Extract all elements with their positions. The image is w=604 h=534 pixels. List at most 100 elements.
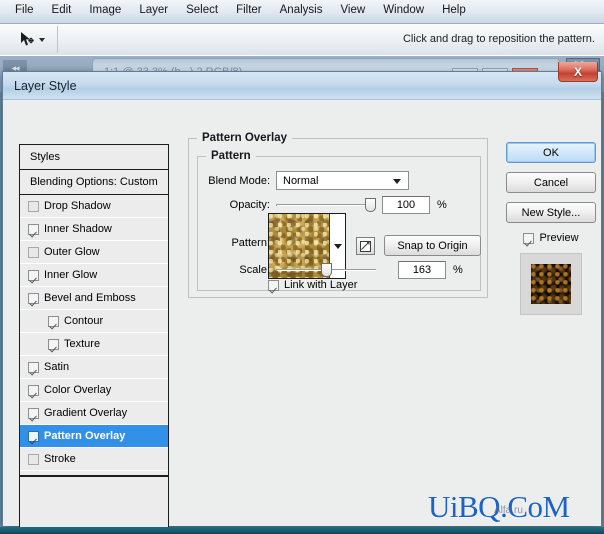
styles-column: Styles Blending Options: Custom Drop Sha…	[19, 144, 169, 534]
layer-preview-thumbnail	[531, 264, 571, 304]
pattern-overlay-group: Pattern Overlay Pattern Blend Mode: Norm…	[188, 132, 488, 298]
effect-label-outer-glow: Outer Glow	[44, 245, 100, 258]
checkbox-pattern-overlay[interactable]	[28, 430, 39, 442]
opacity-slider[interactable]	[276, 197, 376, 213]
effect-row-outer-glow[interactable]: Outer Glow	[20, 241, 168, 263]
scale-slider[interactable]	[276, 262, 376, 278]
effect-label-inner-glow: Inner Glow	[44, 268, 98, 281]
effect-row-stroke[interactable]: Stroke	[20, 448, 168, 470]
blend-mode-row: Blend Mode: Normal	[196, 171, 409, 190]
opacity-label: Opacity:	[229, 199, 270, 211]
close-icon: X	[573, 64, 582, 79]
new-style-button-label: New Style...	[521, 206, 581, 219]
menu-item-select[interactable]: Select	[177, 2, 227, 21]
effect-row-gradient-overlay[interactable]: Gradient Overlay	[20, 402, 168, 424]
menu-item-layer[interactable]: Layer	[130, 2, 177, 21]
checkbox-inner-glow[interactable]	[28, 269, 39, 281]
dialog-close-button[interactable]: X	[558, 62, 598, 82]
menu-item-view[interactable]: View	[331, 2, 374, 21]
effect-row-drop-shadow[interactable]: Drop Shadow	[20, 195, 168, 217]
effect-row-satin[interactable]: Satin	[20, 356, 168, 378]
pattern-label: Pattern:	[231, 237, 270, 249]
preview-label: Preview	[539, 232, 579, 244]
effect-label-pattern-overlay: Pattern Overlay	[44, 429, 126, 442]
checkbox-inner-shadow[interactable]	[28, 223, 39, 235]
ok-button[interactable]: OK	[506, 142, 596, 163]
menu-item-edit[interactable]: Edit	[43, 2, 81, 21]
tool-hint-text: Click and drag to reposition the pattern…	[402, 33, 595, 45]
preview-thumbnail-frame	[520, 253, 582, 315]
pattern-group: Pattern Blend Mode: Normal Opacity: 100 …	[196, 150, 481, 291]
bottom-screen-strip	[0, 527, 604, 534]
effects-list: Drop Shadow Inner Shadow Outer Glow Inne…	[19, 194, 169, 476]
new-pattern-icon	[360, 240, 371, 252]
effect-label-color-overlay: Color Overlay	[44, 383, 112, 396]
pattern-overlay-section-title: Pattern Overlay	[197, 132, 293, 144]
checkbox-drop-shadow[interactable]	[28, 200, 39, 212]
move-tool-cursor-icon	[21, 31, 34, 45]
checkbox-contour[interactable]	[48, 315, 59, 327]
site-watermark-secondary: Alfa.ru	[494, 505, 523, 516]
blend-mode-value: Normal	[283, 174, 319, 187]
checkbox-satin[interactable]	[28, 361, 39, 373]
chevron-down-icon	[393, 179, 401, 184]
effects-list-empty-area	[19, 476, 169, 534]
menu-item-filter[interactable]: Filter	[227, 2, 271, 21]
create-new-pattern-button[interactable]	[356, 237, 375, 255]
dialog-title: Layer Style	[14, 79, 77, 93]
effect-row-inner-shadow[interactable]: Inner Shadow	[20, 218, 168, 240]
effect-row-color-overlay[interactable]: Color Overlay	[20, 379, 168, 401]
checkbox-color-overlay[interactable]	[28, 384, 39, 396]
blending-options-item[interactable]: Blending Options: Custom	[19, 169, 169, 194]
pattern-row: Pattern:	[196, 237, 270, 249]
styles-header[interactable]: Styles	[19, 144, 169, 169]
checkbox-texture[interactable]	[48, 338, 59, 350]
effect-row-bevel-and-emboss[interactable]: Bevel and Emboss	[20, 287, 168, 309]
checkbox-preview[interactable]	[523, 232, 535, 244]
menu-item-help[interactable]: Help	[433, 2, 475, 21]
effect-row-texture[interactable]: Texture	[20, 333, 168, 355]
effect-row-contour[interactable]: Contour	[20, 310, 168, 332]
checkbox-gradient-overlay[interactable]	[28, 407, 39, 419]
opacity-input[interactable]: 100	[382, 196, 430, 214]
scale-input[interactable]: 163	[398, 261, 446, 279]
checkbox-outer-glow[interactable]	[28, 246, 39, 258]
application-menubar: File Edit Image Layer Select Filter Anal…	[0, 0, 604, 24]
active-tool-cell[interactable]	[6, 26, 58, 53]
tool-preset-chevron-down-icon[interactable]	[39, 37, 45, 42]
opacity-slider-thumb[interactable]	[365, 198, 376, 212]
opacity-row: Opacity: 100 %	[196, 196, 447, 214]
checkbox-link-with-layer[interactable]	[268, 279, 279, 291]
effect-label-contour: Contour	[64, 314, 104, 327]
effect-label-inner-shadow: Inner Shadow	[44, 222, 112, 235]
menu-item-image[interactable]: Image	[80, 2, 130, 21]
scale-row: Scale: 163 %	[196, 261, 463, 279]
blend-mode-select[interactable]: Normal	[276, 171, 409, 190]
tool-options-bar: Click and drag to reposition the pattern…	[0, 24, 604, 56]
opacity-value: 100	[396, 199, 416, 211]
checkbox-bevel-and-emboss[interactable]	[28, 292, 39, 304]
menu-item-file[interactable]: File	[6, 2, 43, 21]
effect-label-texture: Texture	[64, 337, 101, 350]
dialog-titlebar[interactable]: Layer Style X	[3, 62, 601, 100]
effect-row-inner-glow[interactable]: Inner Glow	[20, 264, 168, 286]
ok-button-label: OK	[543, 146, 559, 159]
list-divider	[20, 470, 168, 471]
effect-label-gradient-overlay: Gradient Overlay	[44, 406, 128, 419]
blend-mode-label: Blend Mode:	[208, 174, 270, 187]
link-with-layer-label: Link with Layer	[284, 279, 358, 291]
effect-label-satin: Satin	[44, 360, 70, 373]
scale-slider-thumb[interactable]	[321, 263, 332, 277]
preview-toggle-row[interactable]: Preview	[506, 232, 596, 244]
menu-item-window[interactable]: Window	[374, 2, 433, 21]
effect-row-pattern-overlay[interactable]: Pattern Overlay	[20, 425, 168, 447]
snap-to-origin-button[interactable]: Snap to Origin	[384, 235, 481, 256]
cancel-button[interactable]: Cancel	[506, 172, 596, 193]
new-style-button[interactable]: New Style...	[506, 202, 596, 223]
scale-value: 163	[412, 264, 432, 276]
menu-item-analysis[interactable]: Analysis	[271, 2, 332, 21]
checkbox-stroke[interactable]	[28, 453, 39, 465]
effect-label-stroke: Stroke	[44, 452, 76, 465]
link-with-layer-row[interactable]: Link with Layer	[268, 279, 357, 291]
scale-label: Scale:	[239, 264, 270, 276]
